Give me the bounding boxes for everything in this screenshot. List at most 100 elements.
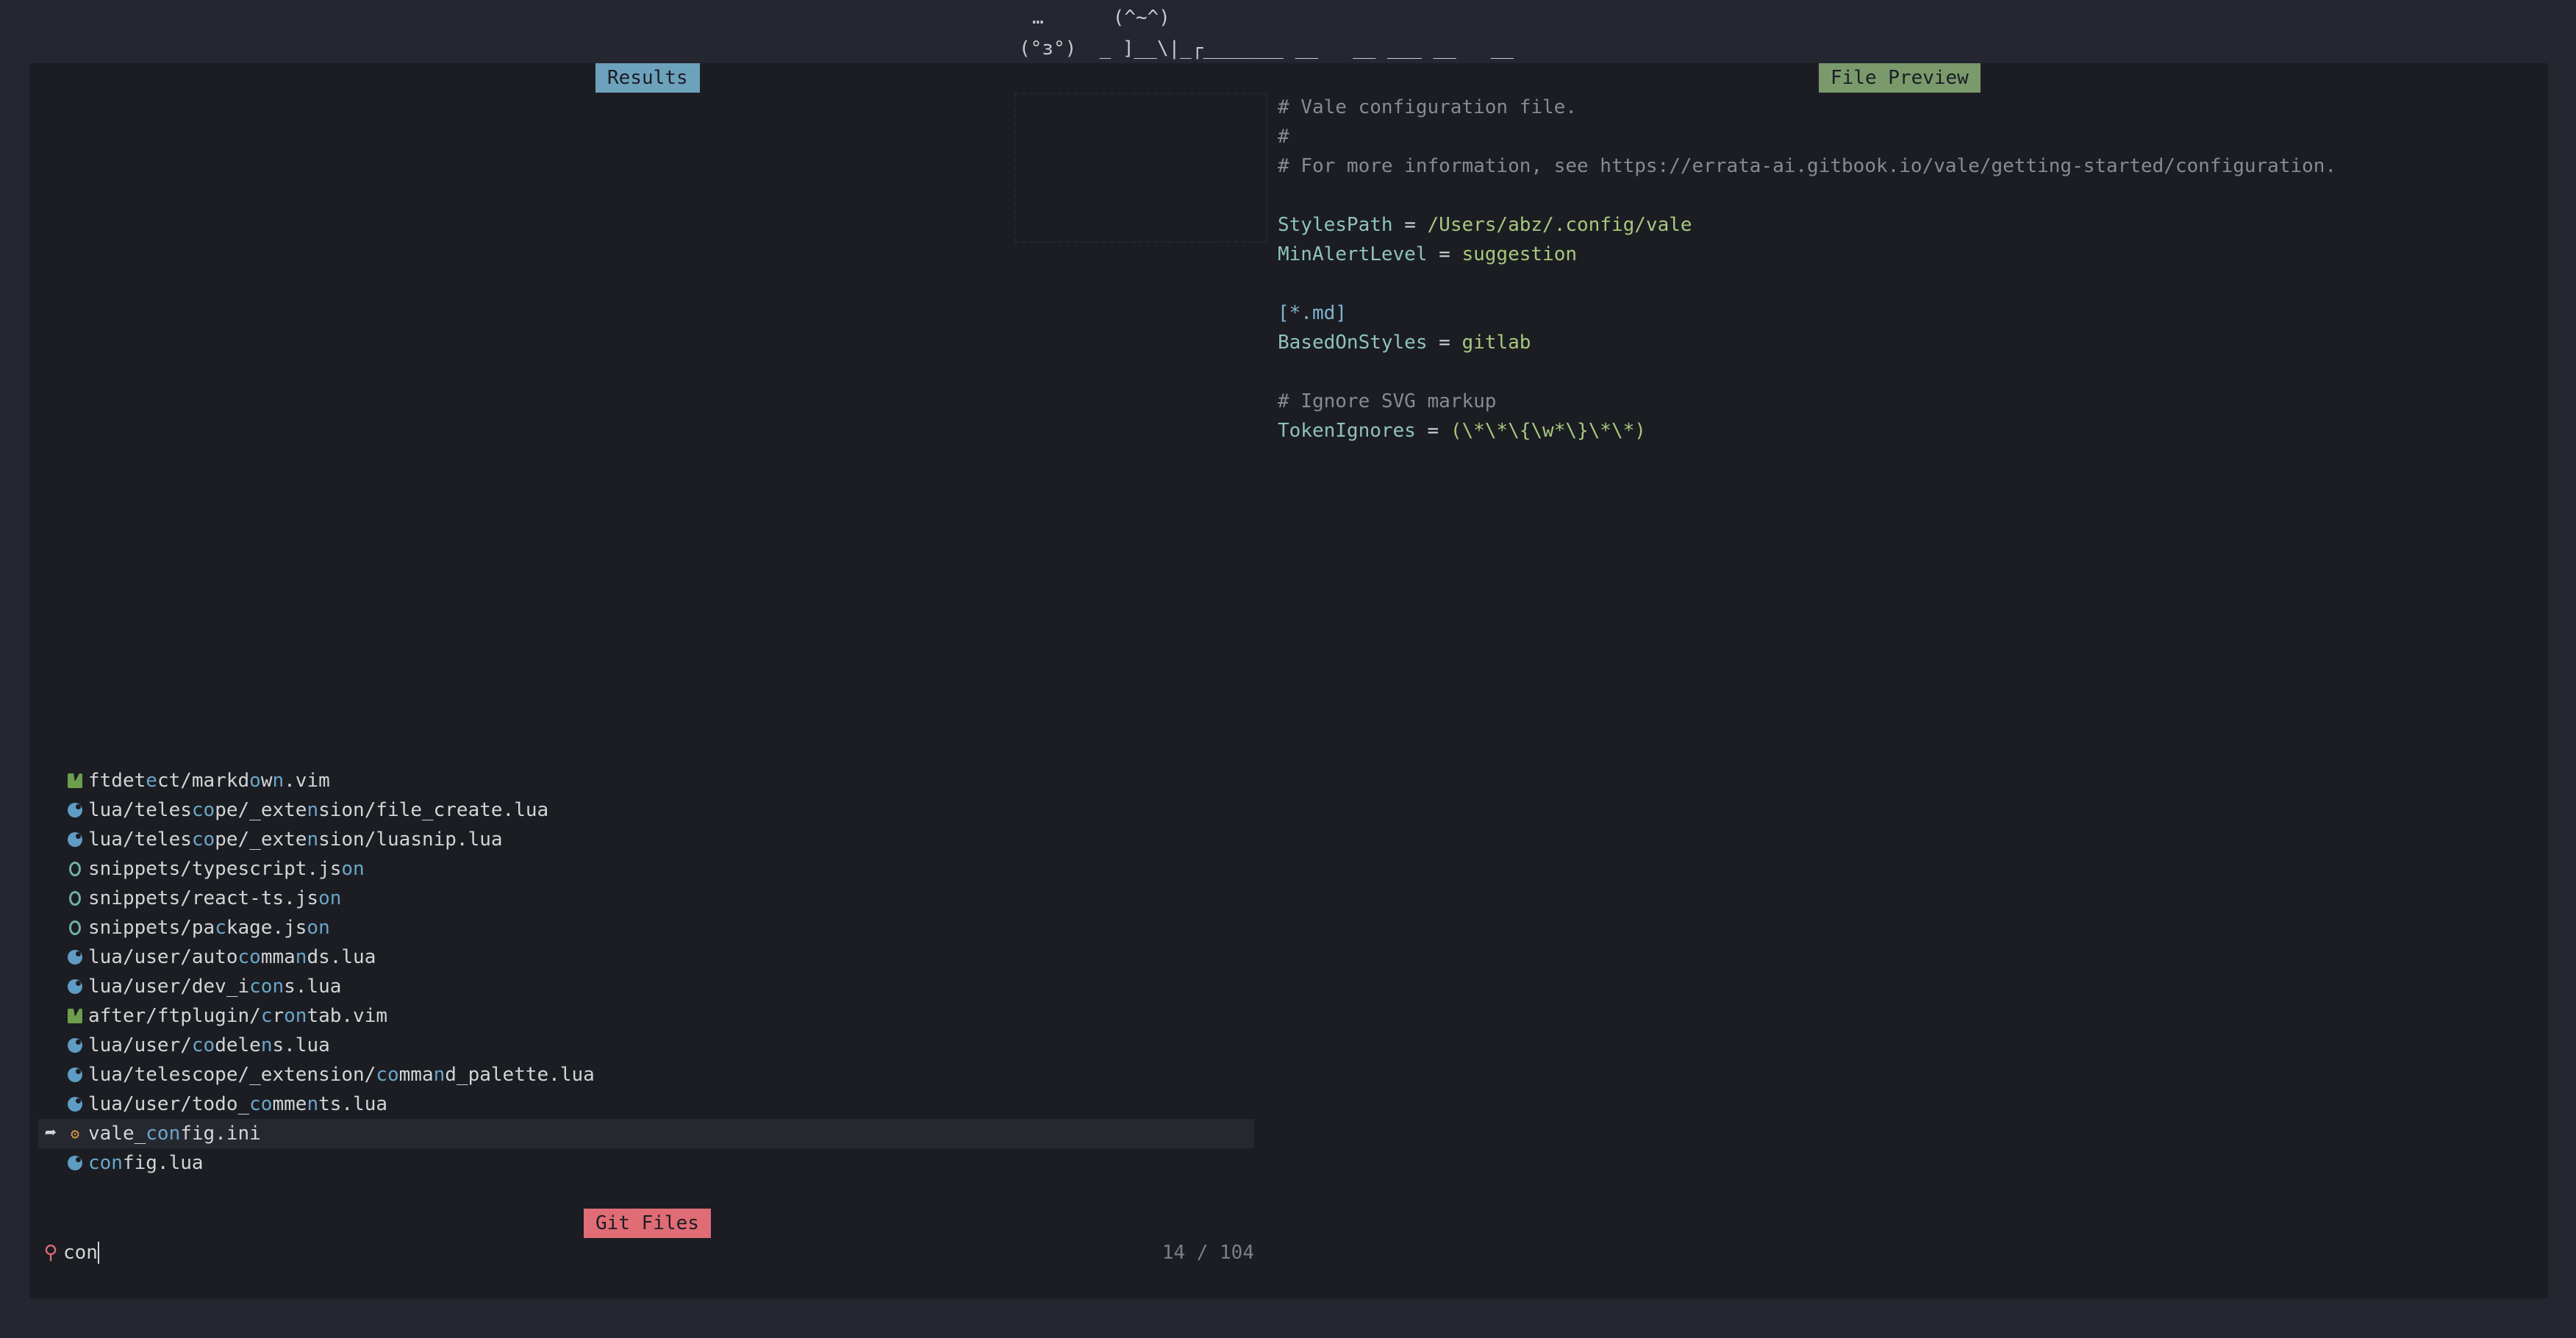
match-highlight: co (191, 829, 215, 851)
preview-line: [*.md] (1278, 298, 2542, 328)
preview-token: # For more information, see https://erra… (1278, 155, 2337, 177)
match-highlight: n (295, 946, 307, 968)
filename-part: sion/luasnip.lua (318, 829, 503, 851)
result-counter: 14 / 104 (1162, 1242, 1254, 1264)
search-input[interactable]: con (63, 1238, 98, 1267)
selection-caret-icon: ➦ (45, 1123, 57, 1145)
match-highlight: e (146, 770, 157, 792)
filename-part: tab.vim (307, 1005, 388, 1027)
result-filename: snippets/react-ts.json (88, 884, 341, 913)
match-highlight: on (341, 858, 365, 880)
result-filename: lua/telescope/_extension/command_palette… (88, 1060, 595, 1090)
vim-file-icon (63, 1009, 87, 1023)
filename-part: lua/user/auto (88, 946, 238, 968)
filename-part: ftdet (88, 770, 146, 792)
preview-token: # Ignore SVG markup (1278, 390, 1497, 412)
prompt-title: Git Files (584, 1209, 711, 1238)
match-highlight: con (249, 976, 285, 998)
file-preview: # Vale configuration file. # # For more in… (1278, 93, 2542, 446)
filename-part: snippets/pa (88, 917, 215, 939)
lua-file-icon (63, 803, 87, 818)
preview-token: [*.md] (1278, 302, 1347, 324)
filename-part: pe/_exte (215, 829, 307, 851)
match-highlight: c (260, 1005, 273, 1027)
filename-part: lua/user/todo_ (88, 1093, 250, 1115)
result-filename: lua/user/codelens.lua (88, 1031, 330, 1060)
preview-title: File Preview (1819, 63, 1981, 93)
filename-part: mma (398, 1064, 434, 1086)
preview-token: = (1415, 420, 1450, 442)
json-file-icon (63, 891, 87, 906)
preview-token: = (1392, 214, 1428, 236)
preview-line (1278, 181, 2542, 210)
result-item[interactable]: snippets/package.json (38, 913, 1254, 942)
filename-part: mme (272, 1093, 307, 1115)
match-highlight: c (215, 917, 226, 939)
match-highlight: n (307, 829, 319, 851)
preview-line: MinAlertLevel = suggestion (1278, 240, 2542, 269)
match-highlight: on (284, 1005, 307, 1027)
result-item[interactable]: snippets/react-ts.json (38, 884, 1254, 913)
result-item[interactable]: ftdetect/markdown.vim (38, 766, 1254, 795)
result-item[interactable]: lua/user/dev_icons.lua (38, 972, 1254, 1001)
result-filename: vale_config.ini (88, 1119, 261, 1148)
filename-part: lua/user/ (88, 1034, 192, 1056)
filename-part: sion/file_create.lua (318, 799, 549, 821)
result-item[interactable]: lua/telescope/_extension/luasnip.lua (38, 825, 1254, 854)
preview-token: = (1427, 332, 1462, 354)
filename-part: lua/telescope/_extension/ (88, 1064, 376, 1086)
filename-part: kage.js (226, 917, 307, 939)
result-item[interactable]: after/ftplugin/crontab.vim (38, 1001, 1254, 1031)
filename-part: s.lua (272, 1034, 330, 1056)
result-filename: after/ftplugin/crontab.vim (88, 1001, 387, 1031)
match-highlight: n (433, 1064, 446, 1086)
preview-line: # Vale configuration file. (1278, 93, 2542, 122)
preview-token: BasedOnStyles (1278, 332, 1428, 354)
preview-line: StylesPath = /Users/abz/.config/vale (1278, 210, 2542, 240)
filename-part: fig.ini (180, 1123, 261, 1145)
result-item[interactable]: lua/telescope/_extension/command_palette… (38, 1060, 1254, 1090)
result-item[interactable]: lua/user/autocommands.lua (38, 942, 1254, 972)
filename-part: ts.lua (318, 1093, 388, 1115)
match-highlight: n (307, 1093, 319, 1115)
preview-line: # For more information, see https://erra… (1278, 151, 2542, 181)
prompt-bar[interactable]: ⚲ con 14 / 104 (38, 1238, 1254, 1267)
result-filename: snippets/package.json (88, 913, 330, 942)
json-file-icon (63, 920, 87, 935)
preview-line (1278, 269, 2542, 298)
result-filename: config.lua (88, 1148, 204, 1178)
result-filename: lua/telescope/_extension/file_create.lua (88, 795, 548, 825)
filename-part: vale_ (88, 1123, 146, 1145)
result-item[interactable]: config.lua (38, 1148, 1254, 1178)
match-highlight: con (88, 1152, 123, 1174)
result-item[interactable]: lua/user/todo_comments.lua (38, 1090, 1254, 1119)
preview-line (1278, 357, 2542, 387)
match-highlight: co (237, 946, 261, 968)
match-highlight: on (318, 887, 342, 909)
filename-part: s.lua (284, 976, 342, 998)
result-item[interactable]: snippets/typescript.json (38, 854, 1254, 884)
result-item[interactable]: ➦ ⚙ vale_config.ini (38, 1119, 1254, 1148)
filename-part: lua/teles (88, 829, 192, 851)
preview-token: MinAlertLevel (1278, 243, 1428, 265)
match-highlight: co (249, 1093, 273, 1115)
result-filename: lua/telescope/_extension/luasnip.lua (88, 825, 503, 854)
preview-token: (\*\*\{\w*\}\*\*) (1450, 420, 1646, 442)
preview-token: = (1427, 243, 1462, 265)
result-item[interactable]: lua/user/codelens.lua (38, 1031, 1254, 1060)
filename-part: lua/user/dev_i (88, 976, 250, 998)
lua-file-icon (63, 979, 87, 994)
lua-file-icon (63, 1097, 87, 1112)
preview-token: # Vale configuration file. (1278, 96, 1577, 118)
filename-part: snippets/typescript.js (88, 858, 342, 880)
dashboard-ascii-art-top: … (^~^) (1032, 7, 1170, 29)
filename-part: r (272, 1005, 285, 1027)
result-filename: lua/user/todo_comments.lua (88, 1090, 387, 1119)
result-filename: snippets/typescript.json (88, 854, 365, 884)
match-highlight: n (272, 770, 285, 792)
lua-file-icon (63, 1038, 87, 1053)
result-item[interactable]: lua/telescope/_extension/file_create.lua (38, 795, 1254, 825)
text-cursor (97, 1242, 99, 1264)
telescope-icon: ⚲ (43, 1242, 58, 1264)
preview-line: # Ignore SVG markup (1278, 387, 2542, 416)
